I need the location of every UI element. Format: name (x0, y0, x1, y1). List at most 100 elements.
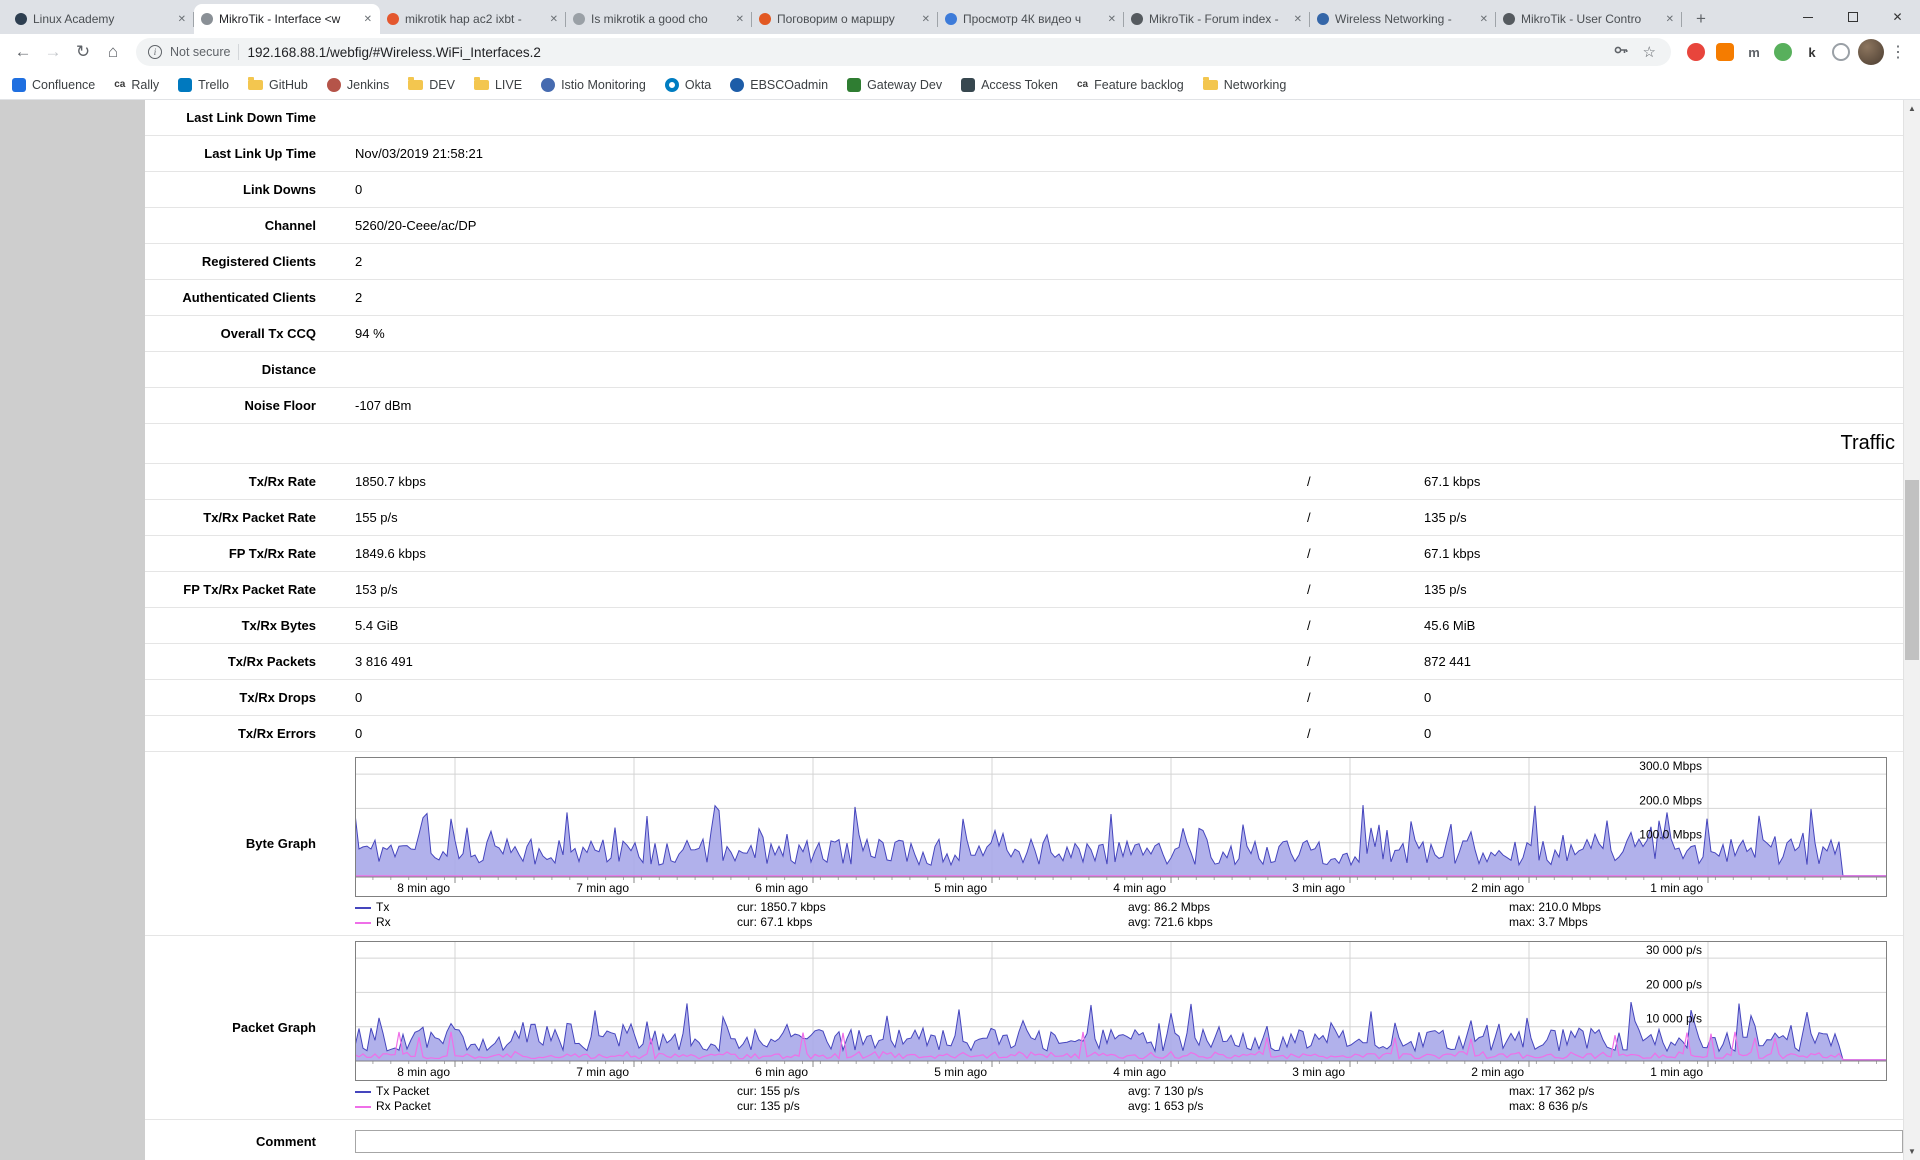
field-row-tx-rx-bytes: Tx/Rx Bytes5.4 GiB/45.6 MiB (145, 608, 1903, 644)
legend-swatch-icon (355, 1091, 371, 1093)
window-maximize-button[interactable] (1830, 0, 1875, 34)
tab-close-icon[interactable]: ✕ (177, 14, 187, 25)
tab-close-icon[interactable]: ✕ (1293, 14, 1303, 25)
extension-icon-ring[interactable] (1832, 43, 1850, 61)
field-value: Nov/03/2019 21:58:21 (355, 146, 1903, 161)
extension-icon-red[interactable] (1687, 43, 1705, 61)
svg-text:100.0 Mbps: 100.0 Mbps (1639, 828, 1702, 842)
rx-value: 135 p/s (1424, 510, 1467, 525)
bookmark-label: Access Token (981, 78, 1058, 92)
field-row-byte-graph: Byte Graph300.0 Mbps200.0 Mbps100.0 Mbps… (145, 752, 1903, 936)
url-text[interactable]: 192.168.88.1/webfig/#Wireless.WiFi_Inter… (247, 45, 1601, 60)
tab-close-icon[interactable]: ✕ (549, 14, 559, 25)
field-value-text: Nov/03/2019 21:58:21 (355, 146, 483, 161)
rx-value: 45.6 MiB (1424, 618, 1475, 633)
bookmark-item[interactable]: Confluence (12, 78, 95, 92)
comment-input[interactable] (355, 1130, 1903, 1153)
bookmark-item[interactable]: caRally (114, 78, 159, 92)
packet-graph: 30 000 p/s20 000 p/s10 000 p/s8 min ago7… (355, 941, 1903, 1114)
rx-value: 67.1 kbps (1424, 546, 1480, 561)
window-minimize-button[interactable] (1785, 0, 1830, 34)
scroll-up-arrow[interactable]: ▲ (1904, 100, 1920, 117)
tab-title: Просмотр 4К видео ч (963, 12, 1101, 26)
home-button[interactable]: ⌂ (98, 37, 128, 67)
info-icon[interactable]: i (148, 45, 162, 59)
scrollbar-thumb[interactable] (1905, 480, 1919, 660)
forward-button[interactable]: → (38, 37, 68, 67)
field-value-text: 0 (355, 182, 362, 197)
bookmark-item[interactable]: Networking (1203, 78, 1287, 92)
reload-button[interactable]: ↻ (68, 37, 98, 67)
field-row-last-link-up-time: Last Link Up TimeNov/03/2019 21:58:21 (145, 136, 1903, 172)
traffic-section-title: Traffic (1841, 432, 1895, 455)
tab-title: MikroTik - Forum index - (1149, 12, 1287, 26)
scroll-down-arrow[interactable]: ▼ (1904, 1143, 1920, 1160)
svg-text:200.0 Mbps: 200.0 Mbps (1639, 793, 1702, 807)
field-label: Tx/Rx Bytes (145, 618, 355, 633)
browser-tab[interactable]: Linux Academy✕ (8, 4, 194, 34)
legend-series-name: Tx Packet (355, 1084, 737, 1099)
value-separator: / (1307, 618, 1424, 633)
bookmark-item[interactable]: GitHub (248, 78, 308, 92)
bookmark-folder-icon (248, 80, 263, 90)
new-tab-button[interactable]: + (1688, 6, 1714, 32)
bookmark-item[interactable]: DEV (408, 78, 455, 92)
browser-tab[interactable]: Поговорим о маршру✕ (752, 4, 938, 34)
svg-text:1 min ago: 1 min ago (1650, 1065, 1703, 1079)
bookmark-favicon-icon: ca (114, 78, 125, 92)
browser-tab[interactable]: MikroTik - Interface <w✕ (194, 4, 380, 34)
browser-tab[interactable]: Просмотр 4К видео ч ✕ (938, 4, 1124, 34)
window-close-button[interactable]: ✕ (1875, 0, 1920, 34)
legend-max-value: max: 17 362 p/s (1509, 1084, 1903, 1099)
bookmark-item[interactable]: caFeature backlog (1077, 78, 1184, 92)
bookmark-label: Networking (1224, 78, 1287, 92)
bookmark-star-icon[interactable]: ☆ (1640, 43, 1659, 61)
back-button[interactable]: ← (8, 37, 38, 67)
tab-close-icon[interactable]: ✕ (363, 14, 373, 25)
webfig-sidebar (0, 100, 145, 1160)
bookmark-item[interactable]: Gateway Dev (847, 78, 942, 92)
browser-menu-button[interactable]: ⋮ (1884, 42, 1912, 62)
svg-text:5 min ago: 5 min ago (934, 1065, 987, 1079)
tab-close-icon[interactable]: ✕ (1107, 14, 1117, 25)
address-bar[interactable]: i Not secure 192.168.88.1/webfig/#Wirele… (136, 38, 1671, 66)
tab-close-icon[interactable]: ✕ (1479, 14, 1489, 25)
byte-graph: 300.0 Mbps200.0 Mbps100.0 Mbps8 min ago7… (355, 757, 1903, 930)
svg-text:5 min ago: 5 min ago (934, 881, 987, 895)
tabs-container: Linux Academy✕MikroTik - Interface <w✕mi… (8, 4, 1682, 34)
tx-value: 0 (355, 726, 1307, 741)
field-value-text: -107 dBm (355, 398, 411, 413)
extension-icon-rss[interactable] (1716, 43, 1734, 61)
browser-tab[interactable]: Is mikrotik a good cho✕ (566, 4, 752, 34)
page-scrollbar[interactable]: ▲ ▼ (1903, 100, 1920, 1160)
field-label: Tx/Rx Packets (145, 654, 355, 669)
bookmark-item[interactable]: LIVE (474, 78, 522, 92)
bookmark-item[interactable]: Trello (178, 78, 229, 92)
field-label: Last Link Down Time (145, 110, 355, 125)
browser-tab[interactable]: MikroTik - User Contro✕ (1496, 4, 1682, 34)
tab-close-icon[interactable]: ✕ (735, 14, 745, 25)
security-badge[interactable]: Not secure (170, 45, 230, 59)
password-key-icon[interactable] (1610, 42, 1632, 62)
legend-swatch-icon (355, 907, 371, 909)
bookmark-item[interactable]: Istio Monitoring (541, 78, 646, 92)
field-label: FP Tx/Rx Packet Rate (145, 582, 355, 597)
bookmark-item[interactable]: EBSCOadmin (730, 78, 828, 92)
bookmark-item[interactable]: Okta (665, 78, 711, 92)
bookmark-item[interactable]: Access Token (961, 78, 1058, 92)
profile-avatar[interactable] (1858, 39, 1884, 65)
extension-icon-k[interactable]: k (1803, 43, 1821, 61)
legend-max-value: max: 8 636 p/s (1509, 1099, 1903, 1114)
legend-cur-value: cur: 67.1 kbps (737, 915, 1128, 930)
browser-tab[interactable]: MikroTik - Forum index - ✕ (1124, 4, 1310, 34)
svg-text:7 min ago: 7 min ago (576, 881, 629, 895)
bookmark-item[interactable]: Jenkins (327, 78, 389, 92)
field-row-packet-graph: Packet Graph30 000 p/s20 000 p/s10 000 p… (145, 936, 1903, 1120)
tab-close-icon[interactable]: ✕ (1665, 14, 1675, 25)
svg-text:2 min ago: 2 min ago (1471, 1065, 1524, 1079)
extension-icon-green[interactable] (1774, 43, 1792, 61)
extension-icon-m[interactable]: m (1745, 43, 1763, 61)
browser-tab[interactable]: mikrotik hap ac2 ixbt -✕ (380, 4, 566, 34)
browser-tab[interactable]: Wireless Networking -✕ (1310, 4, 1496, 34)
tab-close-icon[interactable]: ✕ (921, 14, 931, 25)
